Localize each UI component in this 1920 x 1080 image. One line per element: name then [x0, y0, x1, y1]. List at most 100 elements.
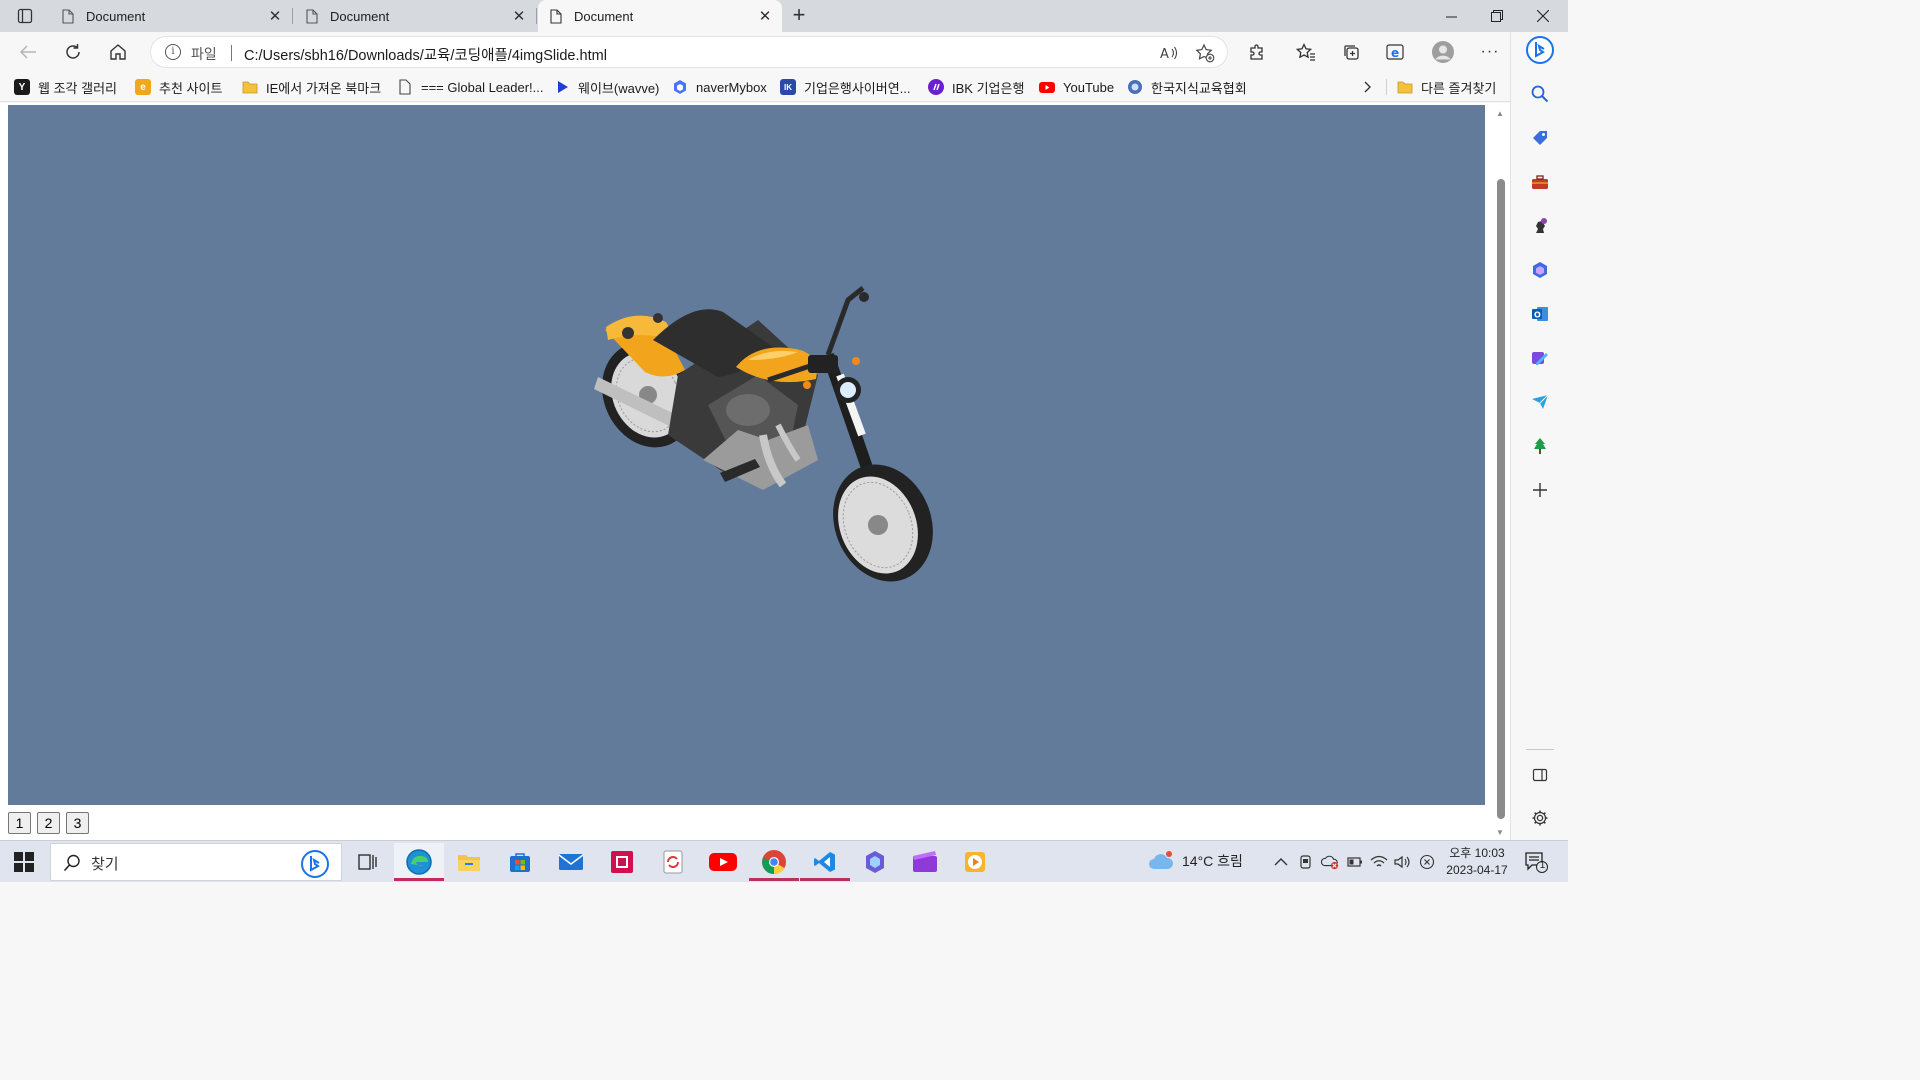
settings-more-button[interactable]: ··· — [1474, 36, 1506, 68]
chess-piece-icon — [1536, 218, 1547, 233]
search-icon — [63, 854, 80, 872]
chevron-up-icon[interactable] — [1272, 853, 1290, 871]
youtube-icon — [709, 853, 737, 871]
search-placeholder: 찾기 — [91, 856, 119, 873]
favorite-folder[interactable]: IE에서 가져온 북마크 — [242, 77, 381, 97]
taskbar-vscode[interactable] — [800, 843, 850, 881]
favorite-item[interactable]: 한국지식교육협회 — [1127, 77, 1247, 97]
slide-button-3[interactable]: 3 — [66, 812, 89, 834]
wifi-icon[interactable] — [1370, 853, 1388, 871]
browser-tab-2[interactable]: Document ✕ — [294, 0, 537, 32]
bing-chat-button[interactable] — [1526, 36, 1554, 64]
taskbar-copilot-app[interactable] — [850, 843, 900, 881]
other-favorites-folder[interactable]: 다른 즐겨찾기 — [1397, 77, 1496, 97]
taskbar-media-player[interactable] — [950, 843, 1000, 881]
favorite-item[interactable]: e 추천 사이트 — [135, 77, 222, 97]
vertical-scrollbar[interactable]: ▲ ▼ — [1492, 105, 1510, 840]
task-view-button[interactable] — [343, 843, 393, 881]
close-window-button[interactable] — [1520, 0, 1566, 32]
restore-button[interactable] — [1474, 0, 1520, 32]
sidebar-tools-button[interactable] — [1526, 168, 1554, 196]
system-clock[interactable]: 오후 10:03 2023-04-17 — [1440, 845, 1514, 879]
sidebar-shopping-button[interactable] — [1526, 124, 1554, 152]
hexagon-app-icon — [866, 851, 884, 873]
url-text[interactable]: C:/Users/sbh16/Downloads/교육/코딩애플/4imgSli… — [244, 44, 607, 65]
windows-start-icon[interactable] — [14, 852, 34, 872]
close-tab-icon[interactable]: ✕ — [266, 7, 284, 25]
meet-now-icon[interactable] — [1297, 853, 1315, 871]
scheme-label: 파일 — [191, 46, 217, 62]
onedrive-icon[interactable] — [1321, 853, 1339, 871]
bing-icon[interactable] — [301, 850, 329, 878]
sidebar-outlook-button[interactable]: O — [1526, 300, 1554, 328]
sidebar-add-button[interactable] — [1526, 476, 1554, 504]
sidebar-drop-button[interactable] — [1526, 388, 1554, 416]
new-tab-button[interactable]: + — [786, 4, 812, 28]
tab-actions-button[interactable] — [8, 4, 42, 28]
plus-icon: + — [792, 2, 806, 27]
scroll-down-arrow-icon[interactable]: ▼ — [1496, 828, 1504, 837]
taskbar-sync-app[interactable] — [648, 843, 698, 881]
sidebar-tree-button[interactable] — [1526, 432, 1554, 460]
refresh-button[interactable] — [57, 36, 89, 68]
favorite-item[interactable]: === Global Leader!... — [397, 77, 544, 97]
close-tab-icon[interactable]: ✕ — [510, 7, 528, 25]
taskbar-mail[interactable] — [546, 843, 596, 881]
favorite-item[interactable]: 웨이브(wavve) — [554, 77, 659, 97]
favorite-item[interactable]: naverMybox — [672, 77, 767, 97]
favorite-item[interactable]: YouTube — [1039, 77, 1114, 97]
site-info-icon[interactable]: i — [165, 44, 181, 60]
taskbar-edge[interactable] — [394, 843, 444, 881]
ie-mode-button[interactable]: e — [1380, 36, 1412, 68]
minimize-button[interactable] — [1428, 0, 1474, 32]
hide-sidebar-button[interactable] — [1526, 761, 1554, 789]
scroll-up-arrow-icon[interactable]: ▲ — [1496, 109, 1504, 118]
read-aloud-icon[interactable]: A — [1159, 43, 1179, 63]
taskbar-app-red[interactable] — [597, 843, 647, 881]
favorites-button[interactable] — [1290, 36, 1322, 68]
battery-icon[interactable] — [1346, 853, 1364, 871]
sidebar-designer-button[interactable] — [1526, 344, 1554, 372]
taskbar-chrome[interactable] — [749, 843, 799, 881]
store-icon — [510, 853, 530, 872]
back-button[interactable] — [12, 36, 44, 68]
collections-icon — [1344, 45, 1359, 60]
notification-center-button[interactable]: 1 — [1524, 851, 1548, 873]
cloud-icon — [1149, 851, 1174, 869]
collections-button[interactable] — [1335, 36, 1367, 68]
taskbar-file-explorer[interactable] — [444, 843, 494, 881]
volume-icon[interactable] — [1393, 853, 1411, 871]
slide-button-1[interactable]: 1 — [8, 812, 31, 834]
weather-widget[interactable]: 14°C 흐림 — [1148, 851, 1243, 871]
extensions-button[interactable] — [1241, 36, 1273, 68]
home-button[interactable] — [102, 36, 134, 68]
running-indicator — [749, 878, 799, 881]
sidebar-search-button[interactable] — [1526, 80, 1554, 108]
folder-icon — [242, 81, 258, 94]
app-square-icon — [611, 851, 633, 873]
taskbar-store[interactable] — [495, 843, 545, 881]
favorite-item[interactable]: IBK 기업은행 — [928, 77, 1024, 97]
scrollbar-thumb[interactable] — [1497, 179, 1505, 819]
sidebar-games-button[interactable] — [1526, 212, 1554, 240]
slide-button-2[interactable]: 2 — [37, 812, 60, 834]
taskbar-search-input[interactable]: 찾기 — [50, 843, 342, 881]
favorite-item[interactable]: IK 기업은행사이버연... — [780, 77, 911, 97]
browser-tab-3-active[interactable]: Document ✕ — [538, 0, 782, 32]
mute-status-icon[interactable] — [1418, 853, 1436, 871]
clock-time: 오후 10:03 — [1449, 846, 1505, 860]
favorite-item[interactable]: Y 웹 조각 갤러리 — [14, 77, 117, 97]
more-icon: ··· — [1480, 43, 1500, 60]
divider — [231, 45, 232, 61]
taskbar-youtube[interactable] — [698, 843, 748, 881]
taskbar-clipchamp[interactable] — [900, 843, 950, 881]
sidebar-m365-button[interactable] — [1526, 256, 1554, 284]
close-tab-icon[interactable]: ✕ — [756, 7, 774, 25]
sidebar-settings-button[interactable] — [1526, 804, 1554, 832]
sidebar-panel-icon — [1532, 768, 1548, 782]
profile-button[interactable] — [1427, 36, 1459, 68]
browser-tab-1[interactable]: Document ✕ — [50, 0, 293, 32]
favorites-overflow-button[interactable] — [1362, 77, 1372, 97]
add-favorite-icon[interactable] — [1195, 43, 1215, 63]
address-bar[interactable]: i 파일 C:/Users/sbh16/Downloads/교육/코딩애플/4i… — [150, 36, 1228, 68]
